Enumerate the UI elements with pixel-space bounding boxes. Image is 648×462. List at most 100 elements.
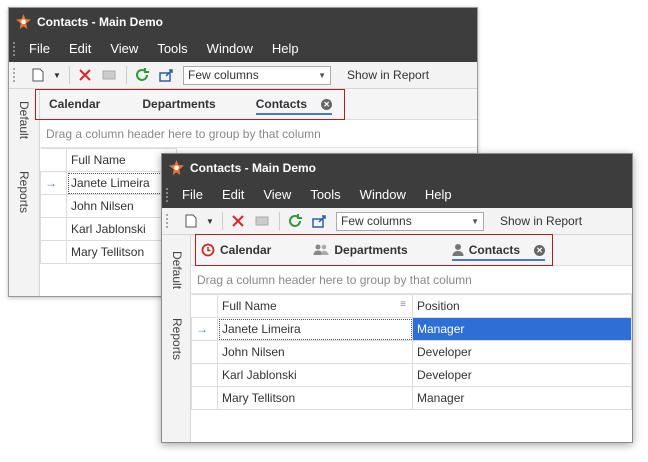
- cell-full-name[interactable]: Karl Jablonski: [66, 217, 177, 241]
- view-combo-value: Few columns: [341, 214, 412, 228]
- menu-view[interactable]: View: [110, 41, 138, 56]
- delete-button[interactable]: [227, 211, 249, 231]
- data-grid: Full Name → Janete Limeira John Nilsen K…: [40, 148, 177, 264]
- window-front: Contacts - Main Demo File Edit View Tool…: [161, 153, 633, 443]
- cell-full-name[interactable]: Karl Jablonski: [217, 363, 413, 387]
- table-row[interactable]: John Nilsen Developer: [191, 340, 632, 364]
- column-header-position[interactable]: Position: [412, 294, 632, 318]
- main-panel: Calendar Departments Contacts ✕ Drag a c…: [191, 234, 632, 442]
- new-dropdown-button[interactable]: ▼: [204, 211, 216, 231]
- row-indicator: [191, 363, 218, 387]
- table-row[interactable]: → Janete Limeira Manager: [191, 317, 632, 341]
- column-header-label: Full Name: [222, 299, 277, 313]
- sort-icon: ≡: [400, 299, 406, 310]
- toolbar: ▼ Few columns ▼ Show in Report: [9, 62, 477, 89]
- delete-button[interactable]: [74, 65, 96, 85]
- indicator-header: [191, 294, 218, 318]
- tabs-highlight-frame: [195, 234, 553, 266]
- new-document-icon: [185, 214, 197, 228]
- refresh-icon: [289, 214, 302, 227]
- cell-position[interactable]: Manager: [412, 386, 632, 410]
- menu-grip[interactable]: [166, 187, 172, 202]
- menu-grip[interactable]: [13, 41, 19, 56]
- document-tabs: Calendar Departments Contacts ✕: [191, 234, 632, 266]
- row-indicator-arrow-icon: →: [40, 171, 67, 195]
- chevron-down-icon: ▼: [206, 216, 214, 226]
- menu-view[interactable]: View: [263, 187, 291, 202]
- print-icon: [102, 70, 116, 80]
- menu-help[interactable]: Help: [272, 41, 299, 56]
- table-row[interactable]: Mary Tellitson: [40, 240, 177, 264]
- menu-edit[interactable]: Edit: [69, 41, 91, 56]
- chevron-down-icon: ▼: [53, 70, 61, 80]
- sidebar: Default Reports: [9, 89, 40, 296]
- window-title: Contacts - Main Demo: [37, 14, 164, 29]
- export-button[interactable]: [155, 65, 177, 85]
- view-combo[interactable]: Few columns ▼: [183, 65, 331, 85]
- cell-full-name[interactable]: John Nilsen: [217, 340, 413, 364]
- toolbar-grip[interactable]: [166, 214, 172, 228]
- title-bar: Contacts - Main Demo: [162, 154, 632, 181]
- print-preview-button[interactable]: [251, 211, 273, 231]
- table-row[interactable]: → Janete Limeira: [40, 171, 177, 195]
- chevron-down-icon: ▼: [471, 216, 479, 226]
- table-row[interactable]: John Nilsen: [40, 194, 177, 218]
- cell-full-name[interactable]: John Nilsen: [66, 194, 177, 218]
- red-x-icon: [232, 215, 244, 227]
- menu-tools[interactable]: Tools: [157, 41, 187, 56]
- refresh-icon: [136, 68, 149, 81]
- sidebar-tab-reports[interactable]: Reports: [170, 318, 184, 360]
- toolbar-grip[interactable]: [13, 68, 19, 82]
- cell-full-name[interactable]: Janete Limeira: [66, 171, 177, 195]
- menu-help[interactable]: Help: [425, 187, 452, 202]
- column-header-full-name[interactable]: Full Name ≡: [217, 294, 413, 318]
- table-row[interactable]: Karl Jablonski Developer: [191, 363, 632, 387]
- chevron-down-icon: ▼: [318, 70, 326, 80]
- group-panel[interactable]: Drag a column header here to group by th…: [40, 120, 477, 148]
- new-document-button[interactable]: [27, 65, 49, 85]
- table-row[interactable]: Karl Jablonski: [40, 217, 177, 241]
- refresh-button[interactable]: [284, 211, 306, 231]
- column-header-full-name[interactable]: Full Name: [66, 148, 177, 172]
- sidebar-tab-reports[interactable]: Reports: [17, 171, 31, 213]
- group-panel[interactable]: Drag a column header here to group by th…: [191, 266, 632, 294]
- cell-position[interactable]: Developer: [412, 363, 632, 387]
- toolbar-separator: [279, 212, 280, 230]
- refresh-button[interactable]: [131, 65, 153, 85]
- table-row[interactable]: Mary Tellitson Manager: [191, 386, 632, 410]
- app-logo-icon: [168, 160, 184, 176]
- new-document-button[interactable]: [180, 211, 202, 231]
- cell-full-name[interactable]: Mary Tellitson: [66, 240, 177, 264]
- sidebar-tab-default[interactable]: Default: [170, 251, 184, 289]
- row-indicator: [40, 240, 67, 264]
- red-x-icon: [79, 69, 91, 81]
- menu-file[interactable]: File: [29, 41, 50, 56]
- menu-edit[interactable]: Edit: [222, 187, 244, 202]
- data-grid: Full Name ≡ Position → Janete Limeira Man…: [191, 294, 632, 410]
- menu-file[interactable]: File: [182, 187, 203, 202]
- menu-window[interactable]: Window: [360, 187, 406, 202]
- grid-header-row: Full Name ≡ Position: [191, 294, 632, 318]
- print-preview-button[interactable]: [98, 65, 120, 85]
- menu-tools[interactable]: Tools: [310, 187, 340, 202]
- toolbar-separator: [126, 66, 127, 84]
- toolbar: ▼ Few columns ▼ Show in Report: [162, 208, 632, 235]
- view-combo-value: Few columns: [188, 68, 259, 82]
- cell-position[interactable]: Manager: [412, 317, 632, 341]
- sidebar: Default Reports: [162, 235, 191, 442]
- cell-position[interactable]: Developer: [412, 340, 632, 364]
- menu-bar: File Edit View Tools Window Help: [9, 35, 477, 62]
- cell-full-name[interactable]: Janete Limeira: [217, 317, 413, 341]
- export-button[interactable]: [308, 211, 330, 231]
- new-document-icon: [32, 68, 44, 82]
- grid-header-row: Full Name: [40, 148, 177, 172]
- cell-full-name[interactable]: Mary Tellitson: [217, 386, 413, 410]
- new-dropdown-button[interactable]: ▼: [51, 65, 63, 85]
- row-indicator: [191, 340, 218, 364]
- row-indicator: [40, 217, 67, 241]
- show-in-report-button[interactable]: Show in Report: [347, 68, 429, 82]
- show-in-report-button[interactable]: Show in Report: [500, 214, 582, 228]
- sidebar-tab-default[interactable]: Default: [17, 101, 31, 139]
- menu-window[interactable]: Window: [207, 41, 253, 56]
- view-combo[interactable]: Few columns ▼: [336, 211, 484, 231]
